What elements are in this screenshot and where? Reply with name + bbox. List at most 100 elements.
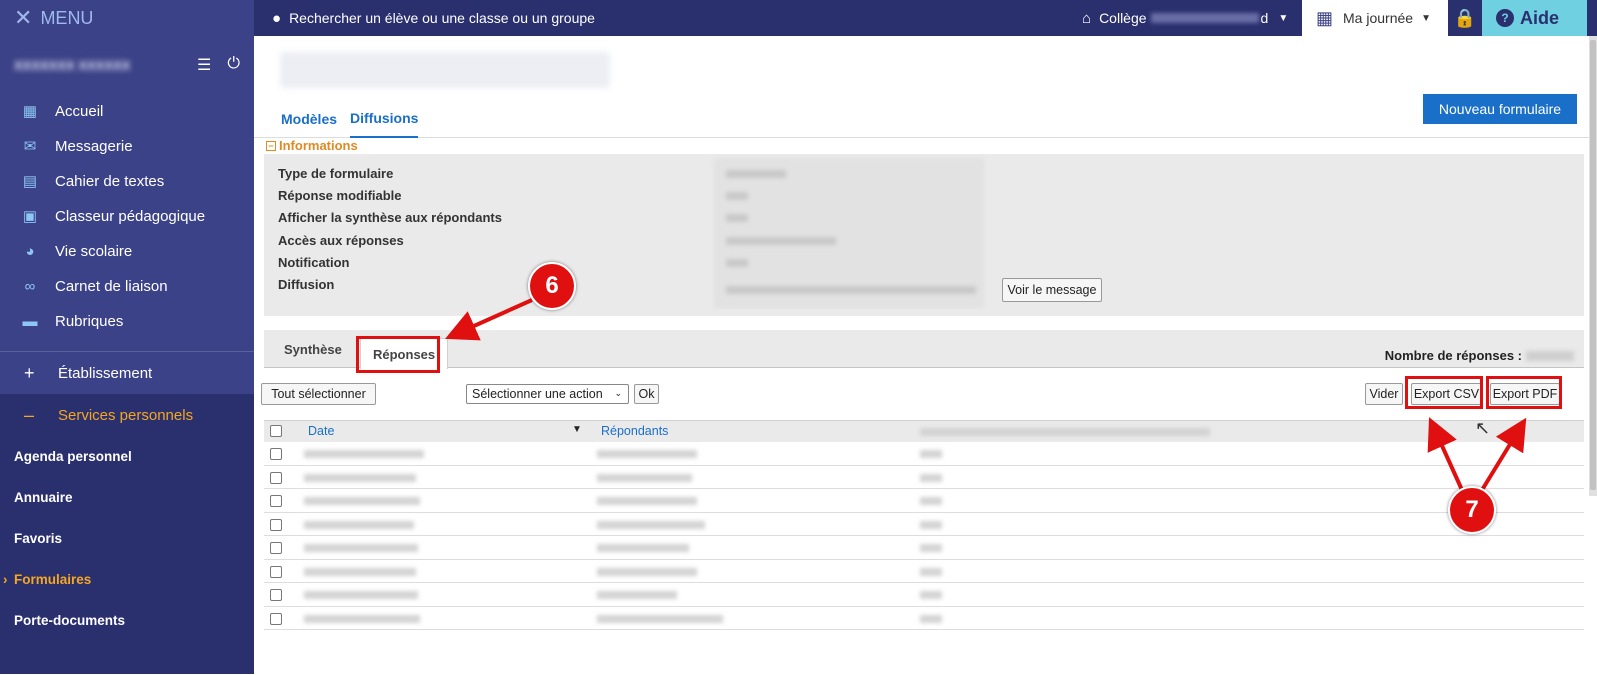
ma-journee-button[interactable]: ▦ Ma journée ▼ <box>1302 0 1448 36</box>
user-name: XXXXXXX XXXXXX <box>14 57 131 73</box>
page-title-blurred <box>280 52 610 88</box>
column-date[interactable]: Date <box>308 424 334 438</box>
tab-modeles[interactable]: Modèles <box>281 100 337 138</box>
sidebar-item-4[interactable]: ◕ Vie scolaire <box>0 234 254 269</box>
info-label: Notification <box>278 255 350 270</box>
cell-blurred <box>304 497 420 505</box>
sidebar-item-3[interactable]: ▣ Classeur pédagogique <box>0 199 254 234</box>
sidebar-item-label: Classeur pédagogique <box>55 208 206 225</box>
info-label: Afficher la synthèse aux répondants <box>278 210 502 225</box>
cell-blurred <box>304 614 420 623</box>
menu-toggle[interactable]: ✕ MENU <box>0 0 254 36</box>
sidebar-item-label: Rubriques <box>55 313 124 330</box>
cell-blurred <box>920 567 942 576</box>
aide-button[interactable]: ? Aide <box>1482 0 1587 36</box>
row-checkbox[interactable] <box>270 612 282 625</box>
sidebar-item-1[interactable]: ✉ Messagerie <box>0 129 254 164</box>
informations-toggle[interactable]: − Informations <box>266 138 358 153</box>
select-all-checkbox[interactable] <box>270 425 282 437</box>
section-etablissement[interactable]: + Établissement <box>0 352 254 394</box>
ok-button[interactable]: Ok <box>634 384 659 404</box>
section-services-personnels[interactable]: – Services personnels <box>0 394 254 436</box>
section-label: Établissement <box>58 364 153 382</box>
column-repondants[interactable]: Répondants <box>601 424 668 438</box>
cell-blurred <box>920 591 942 599</box>
sidebar-item-0[interactable]: ▦ Accueil <box>0 94 254 129</box>
plus-icon: + <box>24 362 35 383</box>
nouveau-formulaire-button[interactable]: Nouveau formulaire <box>1423 94 1577 124</box>
info-label: Diffusion <box>278 277 335 292</box>
row-checkbox[interactable] <box>270 589 282 601</box>
tab-diffusions[interactable]: Diffusions <box>350 100 419 138</box>
informations-panel: Type de formulaire Réponse modifiable Af… <box>264 154 1584 316</box>
table-row[interactable] <box>264 442 1584 466</box>
table-row[interactable] <box>264 513 1584 536</box>
search-placeholder[interactable]: Rechercher un élève ou une classe ou un … <box>289 10 595 26</box>
annotation-badge-7: 7 <box>1448 486 1496 534</box>
sub-item-4[interactable]: Porte-documents <box>0 600 254 641</box>
row-checkbox[interactable] <box>270 448 282 460</box>
cell-blurred <box>304 567 416 576</box>
sub-item-3[interactable]: Formulaires <box>0 559 254 600</box>
sub-tab-bar: Synthèse Réponses Nombre de réponses : <box>264 330 1584 369</box>
row-checkbox[interactable] <box>270 495 282 507</box>
sidebar-item-label: Accueil <box>55 103 104 120</box>
row-checkbox[interactable] <box>270 471 282 484</box>
sub-item-0[interactable]: Agenda personnel <box>0 436 254 477</box>
cell-blurred <box>597 497 697 505</box>
power-icon[interactable]: ⏻ <box>227 55 240 75</box>
vertical-scrollbar[interactable] <box>1589 36 1597 496</box>
envelope-icon: ✉ <box>23 137 37 155</box>
search-bar[interactable]: ● Rechercher un élève ou une classe ou u… <box>272 0 595 36</box>
main-content: Modèles Diffusions Nouveau formulaire − I… <box>254 36 1589 646</box>
caret-down-icon: ▼ <box>1421 12 1431 24</box>
table-row[interactable] <box>264 607 1584 630</box>
export-csv-button[interactable]: Export CSV <box>1411 383 1482 405</box>
table-row[interactable] <box>264 466 1584 489</box>
pie-icon: ◕ <box>25 242 35 260</box>
lock-icon[interactable]: 🔒 <box>1448 0 1482 36</box>
cell-blurred <box>920 497 942 505</box>
sub-item-1[interactable]: Annuaire <box>0 477 254 518</box>
sub-item-2[interactable]: Favoris <box>0 518 254 559</box>
college-name-blurred <box>1150 13 1259 23</box>
sidebar-item-5[interactable]: ∞ Carnet de liaison <box>0 269 254 304</box>
table-row[interactable] <box>264 489 1584 513</box>
voir-message-button[interactable]: Voir le message <box>1002 278 1102 302</box>
tout-selectionner-button[interactable]: Tout sélectionner <box>261 383 376 405</box>
export-pdf-button[interactable]: Export PDF <box>1490 383 1560 405</box>
sort-desc-icon[interactable]: ▼ <box>572 424 582 435</box>
cell-blurred <box>304 591 418 599</box>
sidebar-item-label: Cahier de textes <box>55 173 165 190</box>
row-checkbox[interactable] <box>270 518 282 531</box>
tab-reponses[interactable]: Réponses <box>360 338 449 369</box>
cell-blurred <box>920 544 942 552</box>
close-icon[interactable]: ✕ <box>14 5 32 31</box>
college-suffix: d <box>1260 10 1269 26</box>
user-panel: XXXXXXX XXXXXX ☰ ⏻ <box>0 36 254 94</box>
table-row[interactable] <box>264 536 1584 560</box>
college-selector[interactable]: ⌂ Collège d ▼ <box>1082 0 1288 36</box>
section-label: Services personnels <box>58 406 194 424</box>
settings-sliders-icon[interactable]: ☰ <box>197 55 211 75</box>
cell-blurred <box>597 591 677 599</box>
minus-icon: – <box>24 404 35 425</box>
mouse-cursor-icon: ↖ <box>1475 418 1491 438</box>
count-label: Nombre de réponses : <box>1384 348 1522 363</box>
cell-blurred <box>597 520 705 529</box>
top-bar: ● Rechercher un élève ou une classe ou u… <box>254 0 1597 36</box>
vider-button[interactable]: Vider <box>1365 383 1403 405</box>
action-select-value: Sélectionner une action <box>472 387 603 401</box>
row-checkbox[interactable] <box>270 542 282 554</box>
table-header: Date ▼ Répondants <box>264 420 1584 442</box>
cell-blurred <box>920 614 942 623</box>
table-row[interactable] <box>264 560 1584 583</box>
sidebar-item-label: Messagerie <box>55 138 133 155</box>
sidebar-item-6[interactable]: ▬ Rubriques <box>0 304 254 339</box>
sidebar-item-2[interactable]: ▤ Cahier de textes <box>0 164 254 199</box>
info-label: Type de formulaire <box>278 166 394 181</box>
tab-synthese[interactable]: Synthèse <box>284 330 342 368</box>
row-checkbox[interactable] <box>270 565 282 578</box>
table-row[interactable] <box>264 583 1584 607</box>
action-select[interactable]: Sélectionner une action ⌄ <box>466 384 629 404</box>
